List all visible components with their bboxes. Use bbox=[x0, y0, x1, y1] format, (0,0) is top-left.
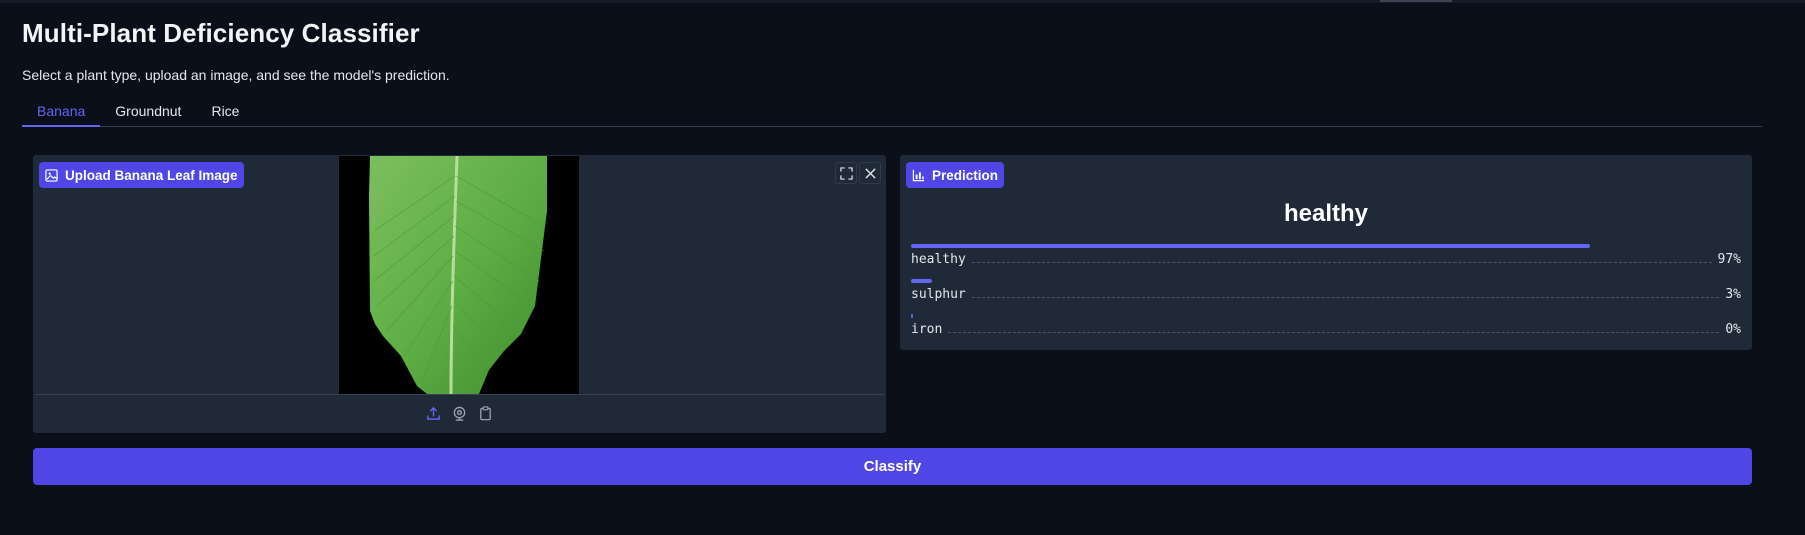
image-icon bbox=[45, 168, 58, 182]
top-strip-marker bbox=[1380, 0, 1452, 2]
confidence-bar bbox=[911, 279, 932, 283]
image-upload-panel[interactable]: Upload Banana Leaf Image bbox=[33, 155, 886, 433]
tab-rice[interactable]: Rice bbox=[196, 98, 254, 127]
confidence-row-sulphur: sulphur 3% bbox=[911, 279, 1741, 314]
close-icon bbox=[864, 167, 876, 179]
leader-dots bbox=[971, 297, 1720, 298]
clear-image-button[interactable] bbox=[859, 162, 881, 184]
upload-icon bbox=[427, 406, 440, 420]
fullscreen-button[interactable] bbox=[835, 162, 857, 184]
fullscreen-icon bbox=[839, 166, 853, 180]
prediction-label-text: Prediction bbox=[932, 167, 999, 183]
confidence-bar bbox=[911, 314, 913, 318]
image-controls bbox=[835, 162, 881, 184]
top-strip bbox=[0, 0, 1805, 3]
classify-button[interactable]: Classify bbox=[33, 448, 1752, 485]
confidence-class-name: healthy bbox=[911, 252, 966, 267]
prediction-panel: Prediction healthy healthy 97% sulphur 3… bbox=[900, 155, 1752, 350]
uploaded-image bbox=[339, 156, 579, 394]
banana-leaf-image bbox=[339, 156, 579, 394]
plant-tabs: Banana Groundnut Rice bbox=[22, 98, 1762, 127]
page-title: Multi-Plant Deficiency Classifier bbox=[22, 18, 420, 48]
prediction-label: Prediction bbox=[906, 162, 1005, 188]
confidence-row-iron: iron 0% bbox=[911, 314, 1741, 349]
upload-source-button[interactable] bbox=[425, 405, 443, 423]
webcam-source-button[interactable] bbox=[451, 405, 469, 423]
confidence-bar bbox=[911, 244, 1590, 248]
bar-chart-icon bbox=[912, 169, 925, 181]
leader-dots bbox=[971, 262, 1712, 263]
clipboard-source-button[interactable] bbox=[477, 405, 495, 423]
webcam-icon bbox=[453, 406, 466, 421]
image-source-bar bbox=[34, 394, 885, 432]
confidence-class-name: iron bbox=[911, 322, 943, 337]
confidence-row-healthy: healthy 97% bbox=[911, 244, 1741, 279]
confidence-percent: 97% bbox=[1717, 252, 1741, 267]
tab-groundnut[interactable]: Groundnut bbox=[100, 98, 196, 127]
confidence-percent: 3% bbox=[1725, 287, 1741, 302]
upload-label-text: Upload Banana Leaf Image bbox=[65, 167, 238, 183]
confidence-percent: 0% bbox=[1725, 322, 1741, 337]
predicted-class: healthy bbox=[1283, 200, 1369, 227]
page-subtitle: Select a plant type, upload an image, an… bbox=[22, 67, 450, 83]
confidence-class-name: sulphur bbox=[911, 287, 966, 302]
leader-dots bbox=[948, 332, 1720, 333]
tab-banana[interactable]: Banana bbox=[22, 98, 101, 127]
clipboard-icon bbox=[480, 406, 491, 421]
confidence-list: healthy 97% sulphur 3% iron 0% bbox=[911, 244, 1741, 349]
upload-label: Upload Banana Leaf Image bbox=[39, 162, 244, 188]
